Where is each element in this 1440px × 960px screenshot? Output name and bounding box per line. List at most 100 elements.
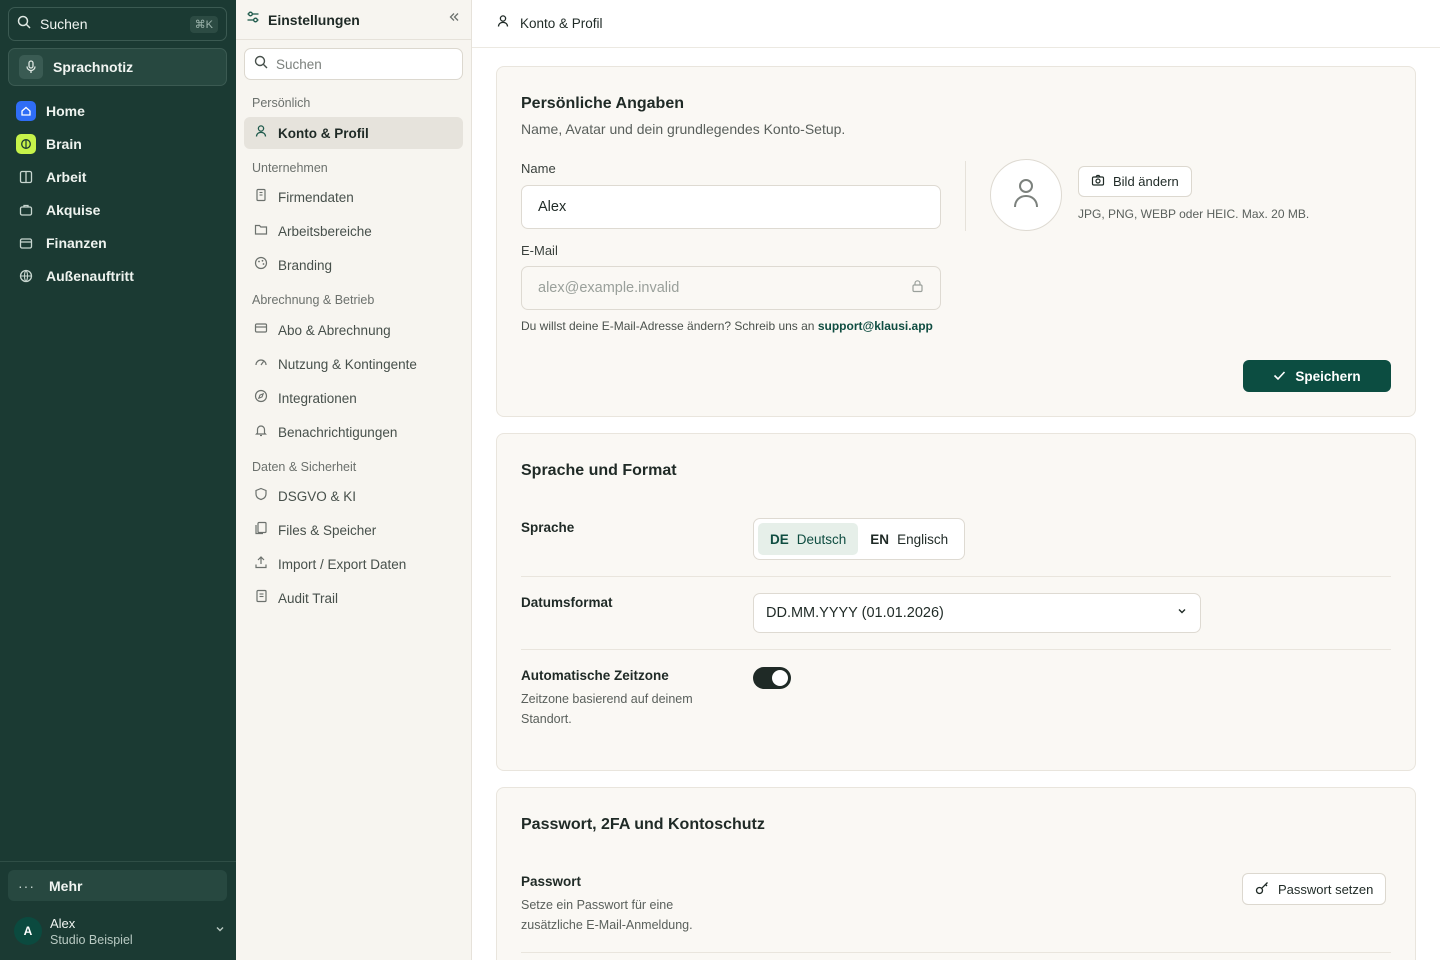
settings-item-dsgvo[interactable]: DSGVO & KI [244,480,463,512]
set-password-button[interactable]: Passwort setzen [1242,873,1387,905]
chevron-down-icon [1176,605,1188,621]
personal-info-subtitle: Name, Avatar und dein grundlegendes Kont… [521,121,846,137]
more-dots-icon: ··· [18,877,35,894]
settings-item-branding[interactable]: Branding [244,249,463,281]
language-name: Englisch [897,531,949,547]
nav-item-home[interactable]: Home [8,94,227,127]
language-selector: DE Deutsch EN Englisch [753,518,966,560]
settings-item-firmendaten[interactable]: Firmendaten [244,181,463,213]
change-image-label: Bild ändern [1113,174,1179,189]
gauge-icon [254,355,268,374]
vertical-divider [965,161,966,231]
nav-item-akquise[interactable]: Akquise [8,193,227,226]
page-title: Konto & Profil [520,16,603,31]
check-icon [1273,369,1286,384]
settings-item-arbeitsbereiche[interactable]: Arbeitsbereiche [244,215,463,247]
home-icon [16,100,36,121]
camera-icon [1091,174,1105,190]
auto-timezone-description: Zeitzone basierend auf deinem Standort. [521,692,693,726]
main-content: Konto & Profil Persönliche Angaben Name,… [472,0,1440,960]
email-field: alex@example.invalid [521,266,941,310]
settings-item-label: Files & Speicher [278,522,377,538]
email-value: alex@example.invalid [538,280,680,296]
settings-item-label: Audit Trail [278,590,339,606]
user-name: Alex [50,915,76,931]
nav-item-finanzen[interactable]: Finanzen [8,226,227,259]
palette-icon [254,256,268,275]
language-label: Sprache [521,520,575,535]
language-format-card: Sprache und Format Sprache DE Deutsch EN… [496,433,1416,771]
email-help: Du willst deine E-Mail-Adresse ändern? S… [521,319,815,333]
settings-item-import-export[interactable]: Import / Export Daten [244,548,463,580]
settings-search-placeholder: Suchen [276,56,322,72]
nav-item-arbeit[interactable]: Arbeit [8,160,227,193]
email-help-text: Du willst deine E-Mail-Adresse ändern? S… [521,319,933,333]
more-label: Mehr [49,877,83,894]
user-menu[interactable]: A Alex Studio Beispiel [14,912,226,950]
settings-item-abo-abrechnung[interactable]: Abo & Abrechnung [244,314,463,346]
support-email-link[interactable]: support@klausi.app [818,319,933,333]
nav-item-aussenauftritt[interactable]: Außenauftritt [8,259,227,292]
bell-icon [254,423,268,442]
save-label: Speichern [1295,368,1361,384]
main-navigation: Suchen ⌘K Sprachnotiz Home Brain Arbeit [0,0,236,960]
settings-item-label: Import / Export Daten [278,556,407,572]
change-image-button[interactable]: Bild ändern [1078,166,1192,197]
settings-item-nutzung[interactable]: Nutzung & Kontingente [244,348,463,380]
briefcase-icon [16,200,36,220]
language-option-en[interactable]: EN Englisch [858,523,960,555]
collapse-sidebar-icon[interactable] [447,10,461,29]
microphone-icon [19,55,43,79]
auto-timezone-toggle[interactable] [753,667,791,689]
settings-item-integrationen[interactable]: Integrationen [244,382,463,414]
group-label-abrechnung: Abrechnung & Betrieb [252,293,375,307]
password-description: Setze ein Passwort für eine zusätzliche … [521,898,693,932]
date-format-value: DD.MM.YYYY (01.01.2026) [766,605,944,621]
row-divider [521,649,1391,650]
language-option-de[interactable]: DE Deutsch [758,523,859,555]
global-search-button[interactable]: Suchen ⌘K [8,7,227,41]
date-format-select[interactable]: DD.MM.YYYY (01.01.2026) [753,593,1201,633]
settings-item-label: Benachrichtigungen [278,424,398,440]
profile-avatar [990,159,1062,231]
global-search-label: Suchen [40,16,88,32]
personal-info-card: Persönliche Angaben Name, Avatar und dei… [496,66,1416,417]
language-code: EN [870,531,890,547]
settings-item-label: Konto & Profil [278,125,369,141]
language-code: DE [770,531,789,547]
credit-card-icon [254,321,268,340]
settings-item-files[interactable]: Files & Speicher [244,514,463,546]
settings-item-label: Abo & Abrechnung [278,322,391,338]
page-header: Konto & Profil [472,0,1440,48]
password-label: Passwort [521,874,582,889]
settings-item-label: Integrationen [278,390,357,406]
more-button[interactable]: ··· Mehr [8,870,227,901]
settings-item-konto-profil[interactable]: Konto & Profil [244,117,463,149]
folder-icon [254,222,268,241]
nav-item-label: Akquise [46,201,101,218]
globe-icon [16,266,36,286]
save-button[interactable]: Speichern [1243,360,1391,392]
scroll-icon [254,589,268,608]
nav-item-label: Außenauftritt [46,267,134,284]
settings-search-input[interactable]: Suchen [244,48,463,80]
settings-item-audit-trail[interactable]: Audit Trail [244,582,463,614]
settings-item-benachrichtigungen[interactable]: Benachrichtigungen [244,416,463,448]
sliders-icon [246,10,260,29]
voice-note-button[interactable]: Sprachnotiz [8,48,227,86]
name-field[interactable]: Alex [521,185,941,229]
settings-sidebar: Einstellungen Suchen Persönlich Konto & … [236,0,472,960]
search-icon [17,15,31,34]
user-info: Alex Studio Beispiel [50,916,214,947]
files-icon [254,521,268,540]
nav-item-label: Arbeit [46,168,87,185]
row-divider [521,576,1391,577]
security-card: Passwort, 2FA und Kontoschutz Passwort S… [496,787,1416,960]
search-shortcut-badge: ⌘K [189,15,218,33]
nav-item-brain[interactable]: Brain [8,127,227,160]
settings-item-label: Arbeitsbereiche [278,223,372,239]
nav-item-label: Finanzen [46,234,107,251]
settings-title: Einstellungen [268,11,360,28]
date-format-label: Datumsformat [521,595,613,610]
settings-item-label: Nutzung & Kontingente [278,356,417,372]
